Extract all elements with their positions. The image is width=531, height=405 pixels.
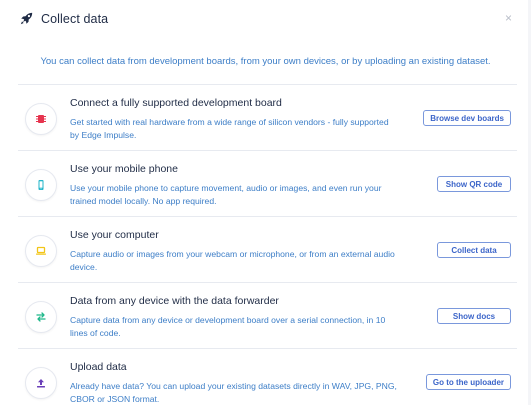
intro-text: You can collect data from development bo… [40,56,491,67]
go-to-uploader-button[interactable]: Go to the uploader [425,374,511,390]
browse-dev-boards-button[interactable]: Browse dev boards [423,110,511,126]
option-description: Already have data? You can upload your e… [70,381,397,404]
option-mobile-phone: Use your mobile phone Use your mobile ph… [18,150,517,217]
option-title: Upload data [70,361,127,373]
option-dev-board: Connect a fully supported development bo… [18,84,517,151]
laptop-icon [25,235,57,267]
option-data-forwarder: Data from any device with the data forwa… [18,282,517,349]
option-description: Capture data from any device or developm… [70,315,386,338]
modal-header: Collect data × [0,0,531,42]
collect-data-button[interactable]: Collect data [437,242,511,258]
modal-title: Collect data [41,12,109,26]
rocket-icon [20,12,33,25]
option-description: Use your mobile phone to capture movemen… [70,183,382,206]
close-icon[interactable]: × [505,12,512,24]
option-upload-data: Upload data Already have data? You can u… [18,348,517,405]
option-title: Use your computer [70,229,159,241]
arrows-exchange-icon [25,301,57,333]
chip-icon [25,103,57,135]
option-title: Use your mobile phone [70,163,178,175]
option-title: Connect a fully supported development bo… [70,97,282,109]
option-computer: Use your computer Capture audio or image… [18,216,517,283]
show-docs-button[interactable]: Show docs [437,308,511,324]
option-description: Capture audio or images from your webcam… [70,249,395,272]
option-title: Data from any device with the data forwa… [70,295,279,307]
upload-icon [25,367,57,399]
phone-icon [25,169,57,201]
show-qr-code-button[interactable]: Show QR code [437,176,511,192]
option-description: Get started with real hardware from a wi… [70,117,389,140]
collect-data-modal: Collect data × You can collect data from… [0,0,531,405]
